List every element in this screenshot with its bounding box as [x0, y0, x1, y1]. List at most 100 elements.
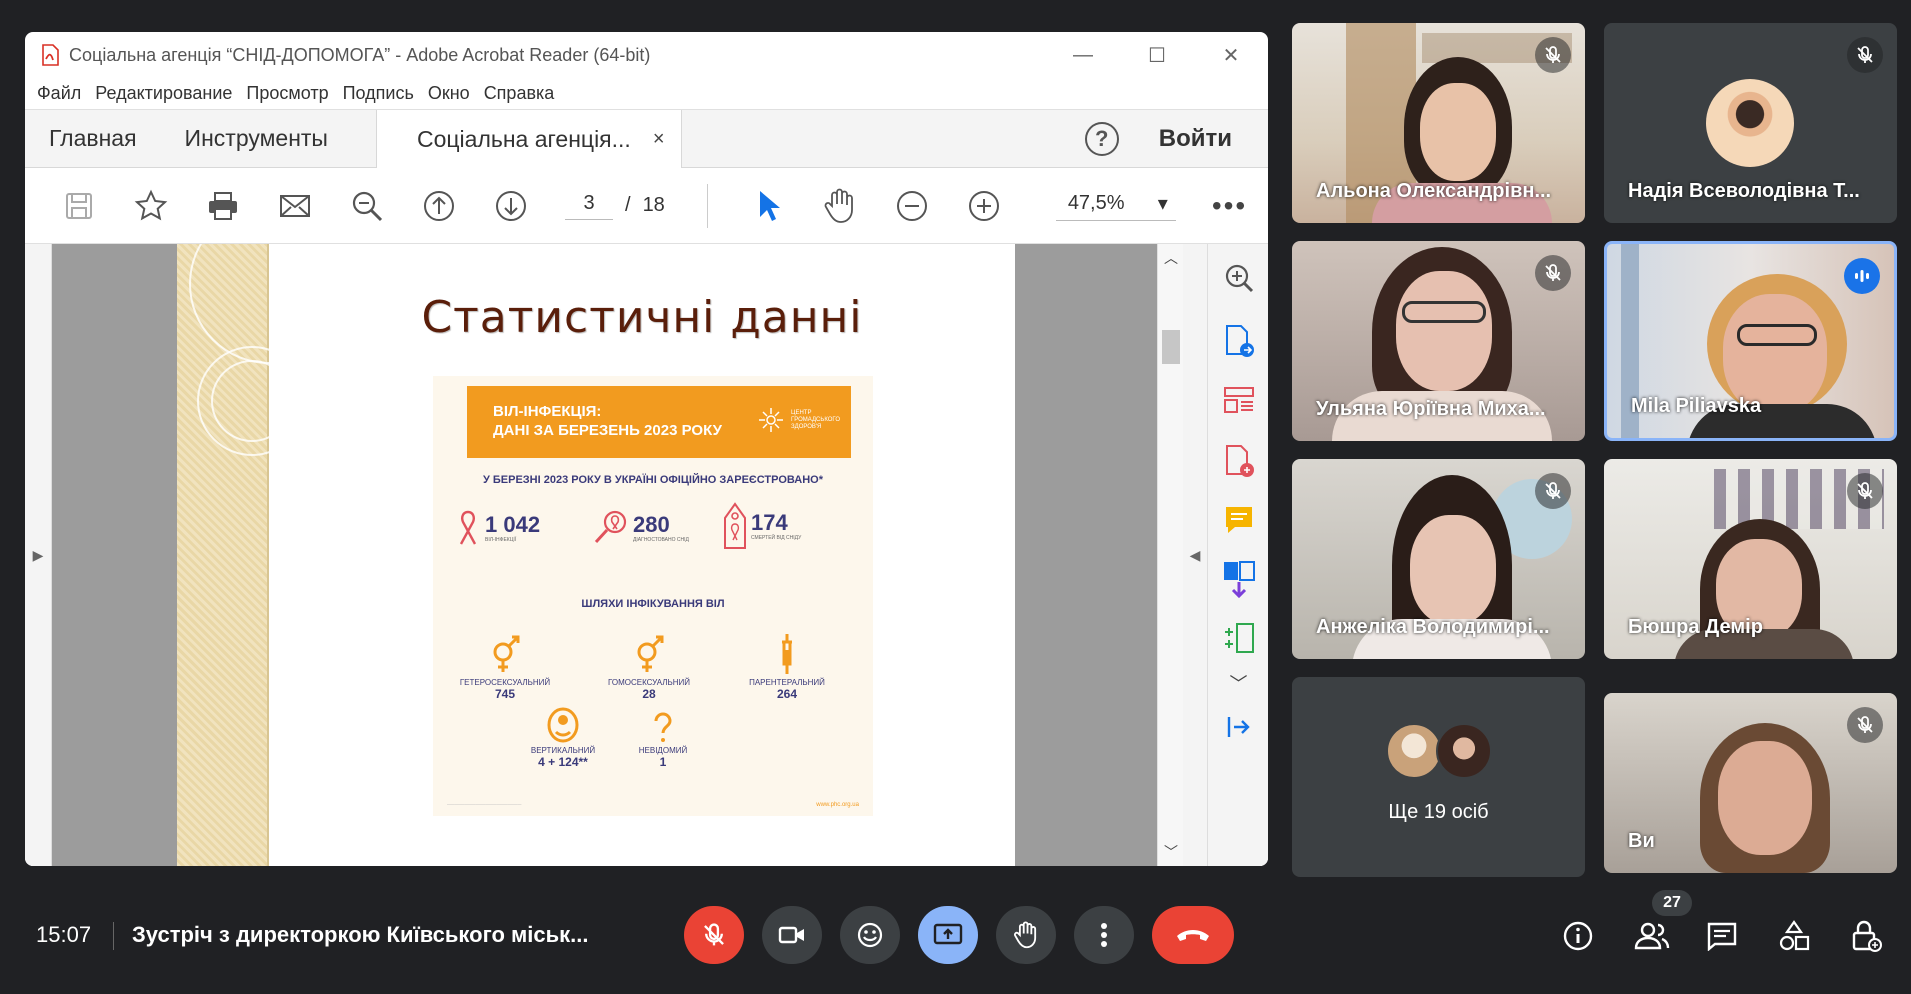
acrobat-window: Соціальна агенція “СНІД-ДОПОМОГА” - Adob… — [25, 32, 1268, 866]
participant-name: Альона Олександрівн... — [1316, 180, 1552, 202]
menu-help[interactable]: Справка — [484, 83, 555, 104]
self-view-tile[interactable]: Ви — [1604, 693, 1897, 873]
participant-name: Ульяна Юріївна Миха... — [1316, 398, 1546, 420]
menu-edit[interactable]: Редактирование — [95, 83, 232, 104]
right-panel-toggle-icon[interactable]: ◀ — [1183, 244, 1207, 866]
meeting-title: Зустріч з директоркою Київського міськ..… — [132, 922, 589, 947]
participant-tile[interactable]: Альона Олександрівн... — [1292, 23, 1585, 223]
participant-tile[interactable]: Ульяна Юріївна Миха... — [1292, 241, 1585, 441]
route-unknown: НЕВІДОМИЙ 1 — [603, 712, 723, 769]
menu-sign[interactable]: Подпись — [343, 83, 414, 104]
star-icon[interactable] — [115, 189, 187, 223]
participant-name: Бюшра Демір — [1628, 616, 1763, 638]
page-number-input[interactable]: 3 — [565, 192, 613, 220]
raise-hand-button[interactable] — [996, 906, 1056, 964]
host-controls-lock-icon[interactable] — [1848, 918, 1884, 954]
footnote-lines-icon: ───────────────────── — [447, 802, 522, 808]
left-panel-toggle-icon[interactable]: ▶ — [25, 244, 52, 866]
stat-hiv-label: ВІЛ-ІНФЕКЦІЇ — [485, 537, 517, 543]
more-participants-tile[interactable]: Ще 19 осіб — [1292, 677, 1585, 877]
participant-tile[interactable]: Надія Всеволодівна Т... — [1604, 23, 1897, 223]
menu-bar: Файл Редактирование Просмотр Подпись Окн… — [25, 78, 1268, 110]
people-icon[interactable] — [1632, 918, 1672, 954]
tag-ribbon-icon — [724, 502, 746, 549]
print-icon[interactable] — [187, 191, 259, 221]
comment-icon[interactable] — [1208, 504, 1268, 536]
scroll-up-icon[interactable]: ︿ — [1158, 248, 1184, 268]
participant-tile-active[interactable]: Mila Piliavska — [1604, 241, 1897, 441]
select-cursor-icon[interactable] — [732, 189, 804, 223]
window-title: Соціальна агенція “СНІД-ДОПОМОГА” - Adob… — [69, 44, 651, 65]
tab-document-label: Соціальна агенція... — [416, 125, 631, 152]
vertical-scrollbar[interactable]: ︿ ﹀ — [1157, 244, 1183, 866]
emoji-icon — [857, 922, 883, 948]
mic-off-icon — [1535, 255, 1571, 291]
activities-icon[interactable] — [1776, 918, 1812, 954]
mic-off-icon — [1535, 473, 1571, 509]
help-icon[interactable]: ? — [1084, 122, 1119, 156]
zoom-tool-icon[interactable] — [1208, 262, 1268, 294]
more-vert-icon — [1101, 923, 1107, 947]
save-icon[interactable] — [43, 191, 115, 221]
more-options-button[interactable] — [1074, 906, 1134, 964]
compress-icon[interactable] — [1208, 622, 1268, 654]
organize-pages-icon[interactable] — [1208, 384, 1268, 416]
mic-off-icon — [704, 923, 724, 946]
minimize-button[interactable]: — — [1046, 32, 1120, 78]
participant-count-badge: 27 — [1652, 890, 1692, 916]
email-icon[interactable] — [259, 194, 331, 218]
zoom-dropdown[interactable]: 47,5% ▾ — [1055, 191, 1176, 221]
infographic-title-line2: ДАНІ ЗА БЕРЕЗЕНЬ 2023 РОКУ — [493, 422, 722, 439]
menu-view[interactable]: Просмотр — [246, 83, 328, 104]
tab-tools[interactable]: Инструменты — [161, 110, 352, 167]
zoom-search-icon[interactable] — [331, 189, 403, 223]
leave-call-button[interactable] — [1152, 906, 1234, 964]
login-button[interactable]: Войти — [1159, 125, 1232, 153]
scroll-down-icon[interactable]: ﹀ — [1158, 842, 1184, 862]
chat-icon[interactable] — [1704, 918, 1740, 954]
question-mark-icon — [654, 712, 672, 742]
page-down-icon[interactable] — [475, 189, 547, 223]
page-up-icon[interactable] — [403, 189, 475, 223]
stat-aids-value: 280 — [633, 512, 670, 537]
hetero-symbol-icon — [493, 635, 520, 672]
mic-off-icon — [1535, 37, 1571, 73]
tab-home[interactable]: Главная — [25, 110, 161, 167]
menu-window[interactable]: Окно — [428, 83, 470, 104]
combine-files-icon[interactable] — [1208, 560, 1268, 598]
pdf-page: Статистичні данні ВІЛ-ІНФЕКЦІЯ: ДАНІ ЗА … — [177, 244, 1015, 866]
title-bar: Соціальна агенція “СНІД-ДОПОМОГА” - Adob… — [25, 32, 1268, 78]
tab-document[interactable]: Соціальна агенція... × — [375, 110, 682, 168]
document-area: Статистичні данні ВІЛ-ІНФЕКЦІЯ: ДАНІ ЗА … — [52, 244, 1157, 866]
expand-more-icon[interactable]: ﹀ — [1208, 670, 1268, 696]
more-participants-label: Ще 19 осіб — [1388, 801, 1489, 823]
create-pdf-icon[interactable] — [1208, 444, 1268, 480]
mic-off-icon — [1847, 707, 1883, 743]
reactions-button[interactable] — [840, 906, 900, 964]
scroll-thumb[interactable] — [1162, 330, 1180, 364]
collapse-panel-icon[interactable] — [1208, 714, 1268, 740]
tab-close-icon[interactable]: × — [653, 128, 665, 151]
present-button[interactable] — [918, 906, 978, 964]
participant-name: Надія Всеволодівна Т... — [1628, 180, 1860, 202]
zoom-out-icon[interactable] — [876, 189, 948, 223]
route-unknown-value: 1 — [659, 755, 667, 769]
maximize-button[interactable]: ☐ — [1120, 32, 1194, 78]
stat-deaths: 174 СМЕРТЕЙ ВІД СНІДУ — [723, 502, 801, 550]
hand-tool-icon[interactable] — [804, 188, 876, 224]
export-pdf-icon[interactable] — [1208, 324, 1268, 360]
toolbar: 3 / 18 47,5% ▾ ••• — [25, 168, 1268, 244]
more-icon[interactable]: ••• — [1212, 190, 1247, 222]
menu-file[interactable]: Файл — [37, 83, 81, 104]
camera-toggle-button[interactable] — [762, 906, 822, 964]
zoom-in-icon[interactable] — [948, 189, 1020, 223]
participant-tile[interactable]: Анжеліка Володимирі... — [1292, 459, 1585, 659]
avatar — [1706, 79, 1794, 167]
infographic-footer: ───────────────────── www.phc.org.ua — [447, 802, 859, 808]
slide-title: Статистичні данні — [421, 292, 863, 343]
close-window-button[interactable]: ✕ — [1194, 32, 1268, 78]
route-hetero-label: ГЕТЕРОСЕКСУАЛЬНИЙ — [459, 678, 551, 687]
mic-toggle-button[interactable] — [684, 906, 744, 964]
info-icon[interactable] — [1560, 918, 1596, 954]
participant-tile[interactable]: Бюшра Демір — [1604, 459, 1897, 659]
